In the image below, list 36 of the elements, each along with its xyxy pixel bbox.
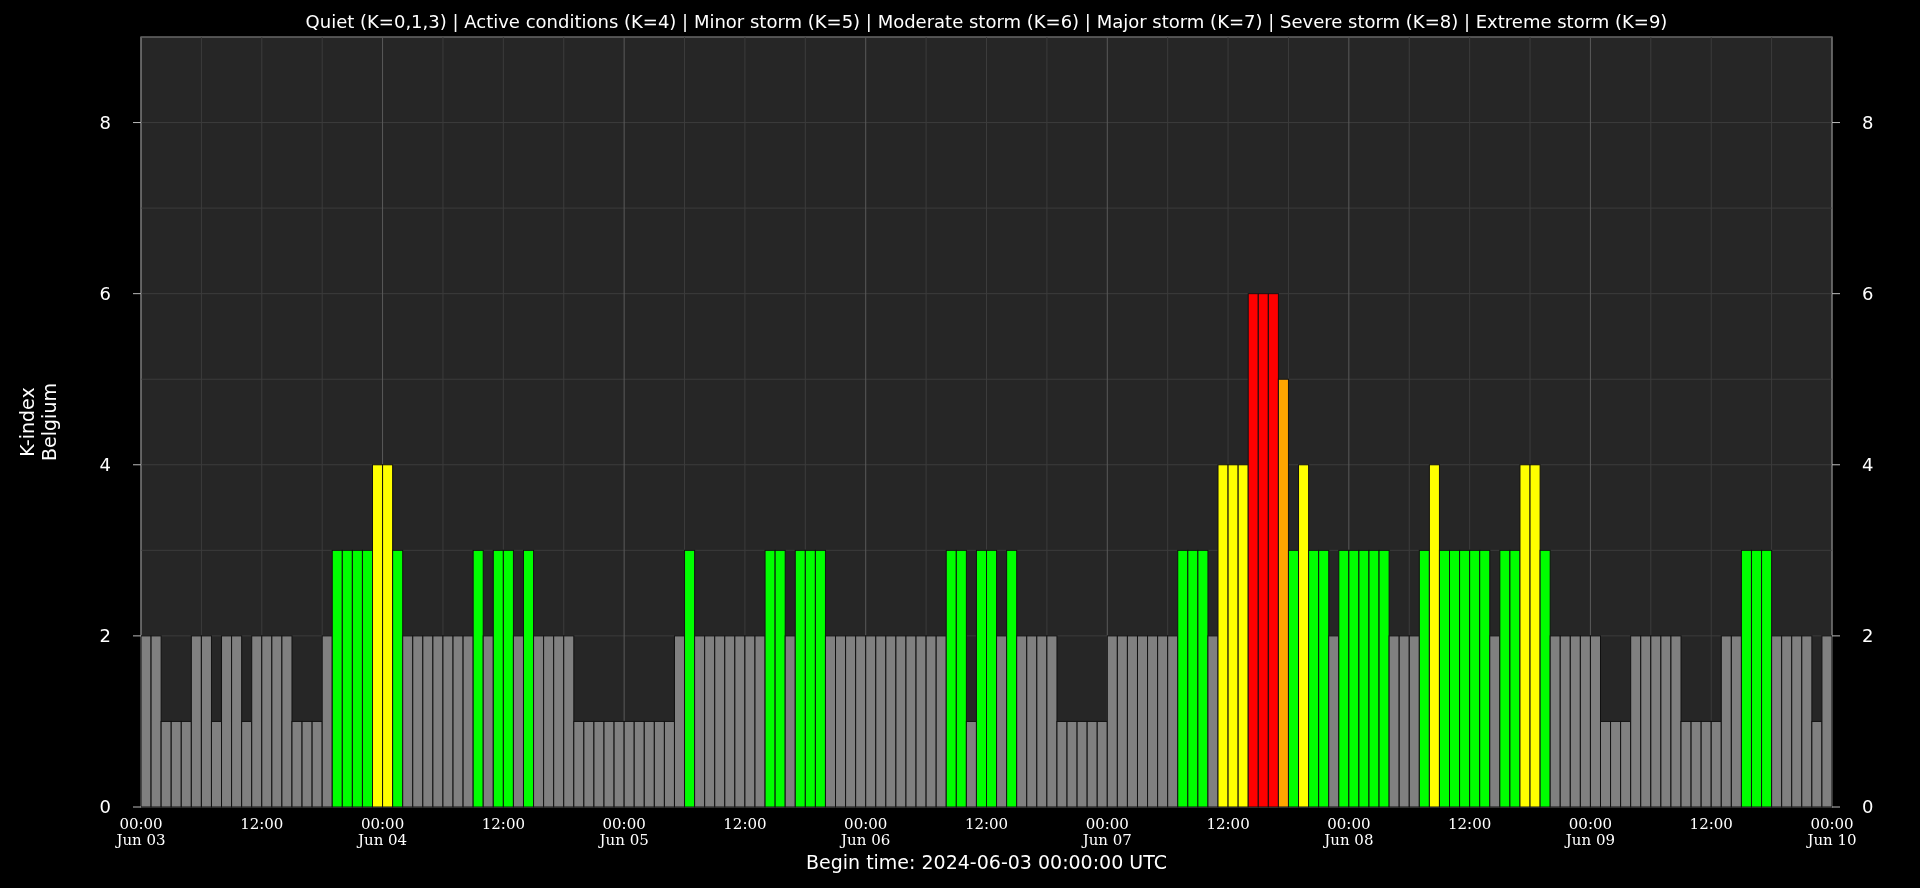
tick-label: 00:00 — [119, 815, 163, 833]
tick-label: 00:00 — [360, 815, 405, 833]
tick-label: 8 — [99, 111, 111, 133]
tick-label: 6 — [99, 282, 111, 304]
tick-label: 8 — [1862, 111, 1874, 133]
tick-label: 4 — [1862, 453, 1874, 475]
axis-title: K-index Belgium — [16, 383, 60, 461]
tick-label: 00:00 — [602, 815, 646, 833]
tick-label: 12:00 — [1206, 815, 1250, 833]
tick-label: 0 — [1862, 796, 1874, 817]
tick-label: 12:00 — [481, 815, 525, 833]
tick-label: 00:00 — [1085, 815, 1129, 833]
tick-label: 4 — [99, 453, 111, 475]
date-label: Jun 03 — [116, 831, 166, 849]
date-label: Jun 04 — [357, 831, 408, 849]
tick-label: 12:00 — [964, 815, 1009, 833]
date-label: Jun 08 — [1324, 831, 1374, 849]
tick-label: 12:00 — [1689, 815, 1733, 833]
tick-label: 12:00 — [723, 815, 767, 833]
tick-label: 00:00 — [844, 815, 888, 833]
tick-label: 2 — [1862, 624, 1874, 646]
tick-label: 12:00 — [1448, 815, 1492, 833]
date-label: Jun 05 — [599, 831, 649, 849]
tick-label: 00:00 — [1568, 815, 1613, 833]
tick-label: 0 — [99, 796, 111, 817]
date-label: Jun 07 — [1082, 831, 1132, 849]
tick-label: 2 — [99, 624, 111, 646]
tick-label: 00:00 — [1327, 815, 1371, 833]
tick-label: 12:00 — [240, 815, 284, 833]
tick-label: 6 — [1862, 282, 1874, 304]
date-label: Jun 09 — [1565, 831, 1616, 849]
axis-title: Begin time: 2024-06-03 00:00:00 UTC — [806, 851, 1167, 873]
date-label: Jun 06 — [841, 831, 891, 849]
tick-label: 00:00 — [1810, 815, 1854, 833]
date-label: Jun 10 — [1807, 831, 1857, 849]
chart-title: Quiet (K=0,1,3) | Active conditions (K=4) | Minor storm (K=5) | Moderate storm (K=6) | Major storm (K=7) | Severe storm (K=8) | Extreme storm (K=9) — [305, 11, 1668, 32]
